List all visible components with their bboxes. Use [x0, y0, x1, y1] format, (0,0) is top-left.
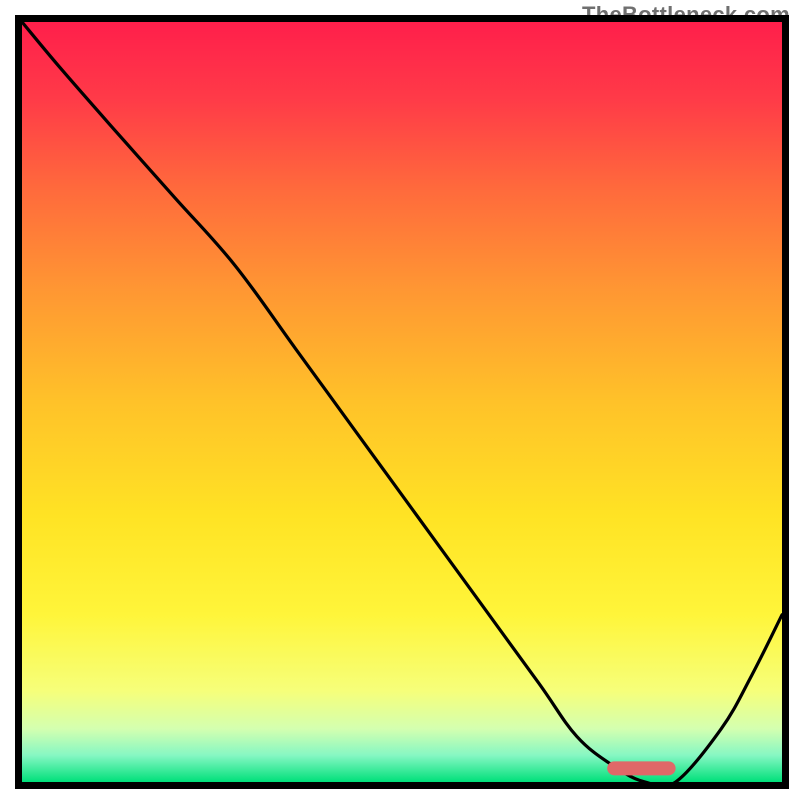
plot-svg: [22, 22, 782, 782]
plot-area: [22, 22, 782, 782]
gradient-background: [22, 22, 782, 782]
chart-frame: TheBottleneck.com: [0, 0, 800, 800]
optimal-range-marker: [607, 761, 675, 775]
